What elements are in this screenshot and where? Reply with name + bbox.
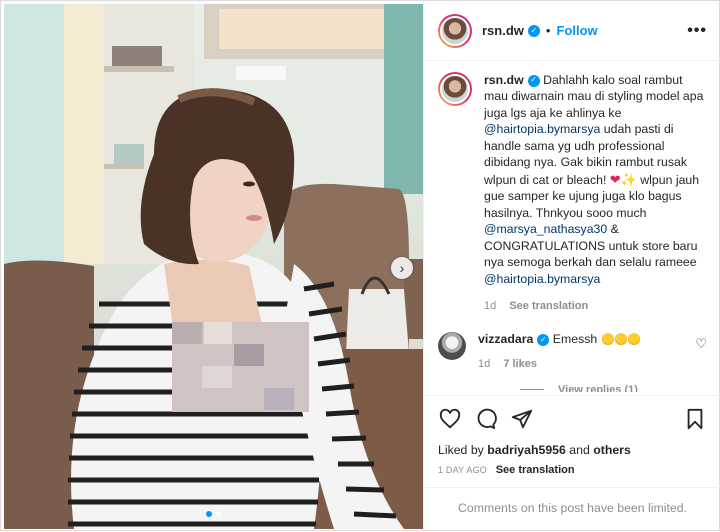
mention-link[interactable]: @hairtopia.bymarsya <box>484 272 600 286</box>
verified-badge-icon: ✓ <box>527 24 540 37</box>
save-bookmark-icon[interactable] <box>683 407 707 431</box>
author-avatar[interactable] <box>438 13 472 48</box>
sparkles-emoji-icon: ✨ <box>620 171 637 187</box>
comment-age: 1d <box>478 357 491 370</box>
author-username[interactable]: rsn.dw <box>482 23 524 38</box>
carousel-indicator <box>205 511 222 517</box>
separator-dot: • <box>545 23 551 38</box>
red-heart-emoji-icon: ❤ <box>609 171 621 187</box>
post-time-row: 1 DAY AGO See translation <box>438 464 575 476</box>
post-side-panel: rsn.dw ✓ • Follow ••• rsn.dw ✓ Dahlahh ka… <box>423 1 720 532</box>
comment-body: vizzadara ✓ Emessh 1d 7 likes <box>478 332 688 370</box>
commenter-avatar[interactable] <box>438 331 466 360</box>
carousel-dot <box>215 511 222 517</box>
comment-item: vizzadara ✓ Emessh 1d 7 likes ♡ <box>438 331 707 370</box>
like-comment-heart-icon[interactable]: ♡ <box>695 336 707 370</box>
liked-by-user-link[interactable]: badriyah5956 <box>487 443 566 457</box>
post-timestamp[interactable]: 1 DAY AGO <box>438 465 487 475</box>
next-photo-button[interactable]: › <box>391 257 413 279</box>
post-see-translation-link[interactable]: See translation <box>496 464 575 476</box>
likes-summary: Liked by badriyah5956 and others <box>438 443 631 457</box>
replies-divider <box>520 389 544 391</box>
post-modal: › rsn.dw ✓ • Follow ••• rsn.dw ✓ Dahlahh … <box>0 0 720 532</box>
verified-badge-icon: ✓ <box>537 333 550 346</box>
caption-age: 1d <box>484 300 497 313</box>
commenter-username[interactable]: vizzadara <box>478 332 533 346</box>
like-heart-icon[interactable] <box>438 407 462 431</box>
comments-list[interactable]: rsn.dw ✓ Dahlahh kalo soal rambut mau diw… <box>424 62 720 392</box>
liked-by-others-link[interactable]: others <box>593 443 631 457</box>
likes-prefix: Liked by <box>438 443 484 457</box>
comment-bubble-icon[interactable] <box>474 407 498 431</box>
share-paper-plane-icon[interactable] <box>510 407 534 431</box>
star-struck-emoji-icon <box>614 332 627 345</box>
mention-link[interactable]: @marsya_nathasya30 <box>484 222 607 236</box>
see-translation-link[interactable]: See translation <box>509 300 588 312</box>
more-options-icon[interactable]: ••• <box>687 22 707 40</box>
star-struck-emoji-icon <box>627 332 640 345</box>
likes-and: and <box>569 443 590 457</box>
follow-button[interactable]: Follow <box>556 23 597 38</box>
post-photo[interactable]: › <box>4 4 423 529</box>
post-header: rsn.dw ✓ • Follow ••• <box>424 1 720 61</box>
caption-avatar[interactable] <box>438 72 472 106</box>
caption-username[interactable]: rsn.dw <box>484 73 524 87</box>
verified-badge-icon: ✓ <box>527 74 540 87</box>
mention-link[interactable]: @hairtopia.bymarsya <box>484 122 600 136</box>
photo-illustration <box>4 4 423 529</box>
comment-text: Emessh <box>552 331 598 346</box>
caption: rsn.dw ✓ Dahlahh kalo soal rambut mau diw… <box>438 72 707 314</box>
action-bar <box>424 395 720 441</box>
caption-text: rsn.dw ✓ Dahlahh kalo soal rambut mau diw… <box>484 72 707 314</box>
caption-meta: 1d See translation <box>484 299 707 314</box>
view-replies-label: View replies (1) <box>558 383 638 392</box>
star-struck-emoji-icon <box>601 332 614 345</box>
comment-meta: 1d 7 likes <box>478 358 688 370</box>
comments-limited-notice: Comments on this post have been limited. <box>424 487 720 528</box>
view-replies-button[interactable]: View replies (1) <box>520 384 707 392</box>
comment-likes-link[interactable]: 7 likes <box>503 358 537 370</box>
carousel-dot <box>205 511 212 517</box>
